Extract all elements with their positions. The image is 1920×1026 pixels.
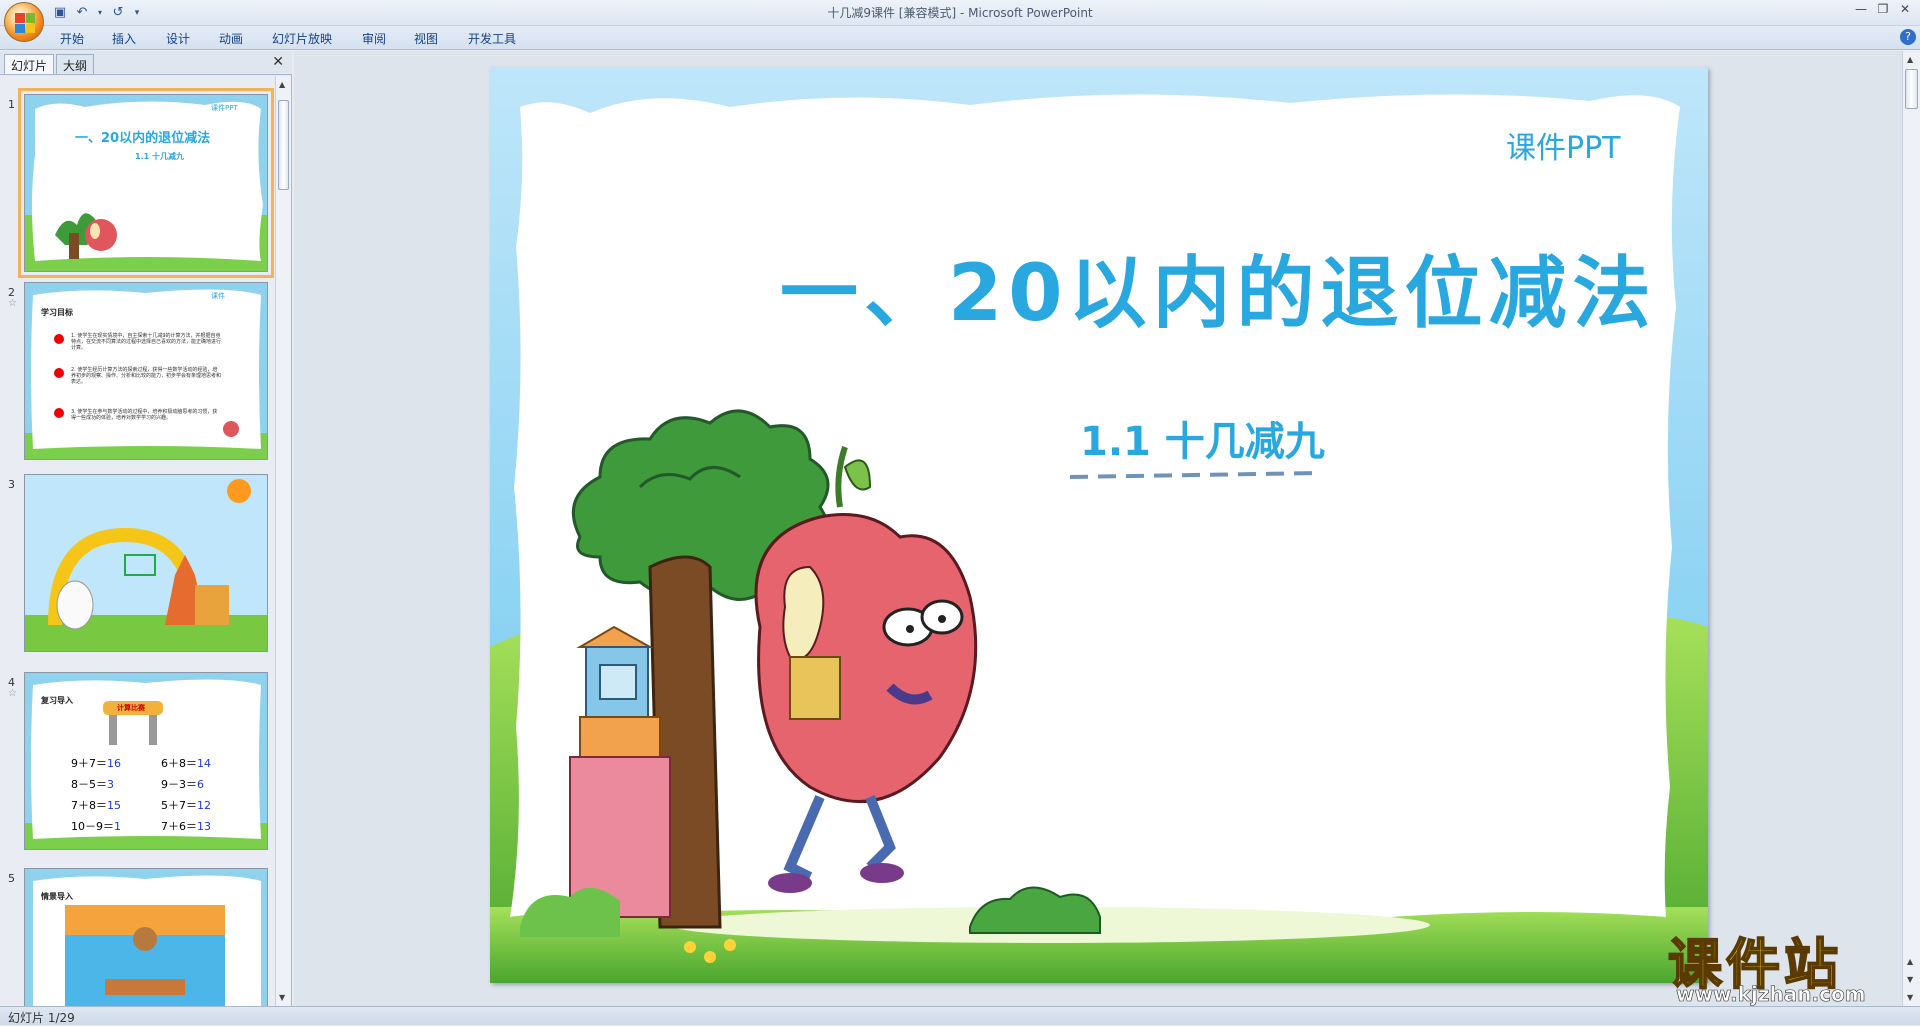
equation: 9－3＝6 [161, 778, 204, 791]
scroll-thumb[interactable] [1905, 69, 1918, 109]
tab-insert[interactable]: 插入 [112, 30, 136, 47]
help-icon[interactable]: ? [1900, 29, 1916, 45]
tab-review[interactable]: 审阅 [362, 30, 386, 47]
scroll-down-icon[interactable]: ▼ [279, 993, 285, 1002]
title-bar: ▣ ↶ ▾ ↺ ▾ 十几减9课件 [兼容模式] - Microsoft Powe… [0, 0, 1920, 42]
slide-thumbnails: 1 课件PPT 一、20以内的退位减法 1.1 十几减九 2 ☆ 课件 学习目标… [0, 76, 276, 1006]
watermark-url: www.kjzhan.com [1676, 982, 1866, 1007]
slide-tag: 课件PPT [211, 104, 238, 112]
slide-point: 2. 使学生经历计算方法的探索过程，获得一些数学活动的经验，培养初步的观察、操作… [71, 367, 222, 385]
slide-thumbnail-2[interactable]: 课件 学习目标 1. 使学生在现实情境中，自主探索十几减9的计算方法，并根据自身… [24, 282, 268, 460]
equation: 5＋7＝12 [161, 799, 211, 812]
tab-view[interactable]: 视图 [414, 30, 438, 47]
scroll-down-icon[interactable]: ▼ [1907, 993, 1913, 1002]
watermark-logo: 课件站 www.kjzhan.com [1667, 920, 1906, 1007]
scroll-up-icon[interactable]: ▲ [1907, 55, 1913, 64]
thumbnail-scrollbar[interactable]: ▲ ▼ [275, 76, 291, 1006]
current-slide[interactable]: 课件PPT 一、20以内的退位减法 1.1 十几减九 [490, 67, 1708, 983]
slide-thumbnail-3[interactable] [24, 474, 268, 652]
equation-grid: 9＋7＝16 6＋8＝14 8－5＝3 9－3＝6 7＋8＝15 5＋7＝12 … [71, 755, 251, 834]
slide-banner: 计算比赛 [117, 704, 145, 712]
slide-point: 1. 使学生在现实情境中，自主探索十几减9的计算方法，并根据自身特点，在交流不同… [71, 333, 222, 351]
status-bar: 幻灯片 1/29 [0, 1006, 1920, 1025]
tab-slideshow[interactable]: 幻灯片放映 [272, 30, 332, 47]
slide-number: 1 [8, 98, 15, 111]
equation: 9＋7＝16 [71, 757, 121, 770]
slide-1-preview [25, 95, 267, 271]
equation: 10－9＝1 [71, 820, 121, 833]
slide-subtitle: 1.1 十几减九 [135, 152, 184, 161]
slide-title: 复习导入 [41, 696, 73, 705]
slide-tag: 课件 [211, 292, 225, 300]
window-title: 十几减9课件 [兼容模式] - Microsoft PowerPoint [827, 6, 1093, 20]
tab-design[interactable]: 设计 [166, 30, 190, 47]
slide-title[interactable]: 一、20以内的退位减法 [780, 231, 1657, 343]
office-logo-icon [15, 13, 35, 33]
tab-slides[interactable]: 幻灯片 [4, 54, 55, 74]
scroll-thumb[interactable] [278, 100, 289, 190]
slide-3-preview [25, 475, 267, 651]
slide-subtitle[interactable]: 1.1 十几减九 [1080, 409, 1325, 467]
minimize-button[interactable]: — [1850, 2, 1872, 16]
slide-title: 一、20以内的退位减法 [75, 131, 211, 146]
tab-animations[interactable]: 动画 [219, 30, 243, 47]
previous-slide-icon[interactable]: ▲ [1907, 957, 1913, 966]
animation-star-icon: ☆ [8, 688, 17, 699]
animation-star-icon: ☆ [8, 298, 17, 309]
tab-outline[interactable]: 大纲 [56, 54, 95, 74]
next-slide-icon[interactable]: ▼ [1907, 975, 1913, 984]
close-button[interactable]: ✕ [1894, 2, 1916, 16]
slides-pane: 幻灯片 大纲 ✕ 1 课件PPT 一、20以内的退位减法 1.1 十几减九 2 … [0, 51, 292, 1006]
slide-number: 5 [8, 872, 15, 885]
slide-number: 3 [8, 478, 15, 491]
scroll-up-icon[interactable]: ▲ [279, 80, 285, 89]
slide-tag: 课件PPT [1506, 131, 1621, 166]
restore-button[interactable]: ❐ [1872, 2, 1894, 16]
tab-developer[interactable]: 开发工具 [468, 30, 516, 47]
editor-scrollbar[interactable]: ▲ ▲ ▼ ▼ [1902, 51, 1920, 1006]
slide-background [490, 67, 1708, 983]
equation: 8－5＝3 [71, 778, 114, 791]
slide-thumbnail-4[interactable]: 复习导入 计算比赛 9＋7＝16 6＋8＝14 8－5＝3 9－3＝6 7＋8＝… [24, 672, 268, 850]
tab-home[interactable]: 开始 [60, 30, 84, 47]
slide-point: 3. 使学生在参与数学活动的过程中，培养积极动脑思考的习惯，获得一些成功的体验，… [71, 409, 218, 421]
equation: 7＋6＝13 [161, 820, 211, 833]
slide-title: 情景导入 [41, 892, 73, 901]
office-button[interactable] [4, 2, 44, 42]
ribbon-tabs: 开始 插入 设计 动画 幻灯片放映 审阅 视图 开发工具 ? [0, 26, 1920, 50]
slide-counter: 幻灯片 1/29 [8, 1011, 75, 1025]
slide-thumbnail-1[interactable]: 课件PPT 一、20以内的退位减法 1.1 十几减九 [18, 88, 274, 278]
pane-tabs: 幻灯片 大纲 ✕ [0, 51, 292, 75]
equation: 6＋8＝14 [161, 757, 211, 770]
slide-5-preview [25, 869, 267, 1006]
equation: 7＋8＝15 [71, 799, 121, 812]
slide-thumbnail-5[interactable]: 情景导入 [24, 868, 268, 1006]
close-icon[interactable]: ✕ [272, 54, 284, 70]
slide-editor: 课件PPT 一、20以内的退位减法 1.1 十几减九 [294, 51, 1902, 1006]
slide-title: 学习目标 [41, 308, 73, 317]
